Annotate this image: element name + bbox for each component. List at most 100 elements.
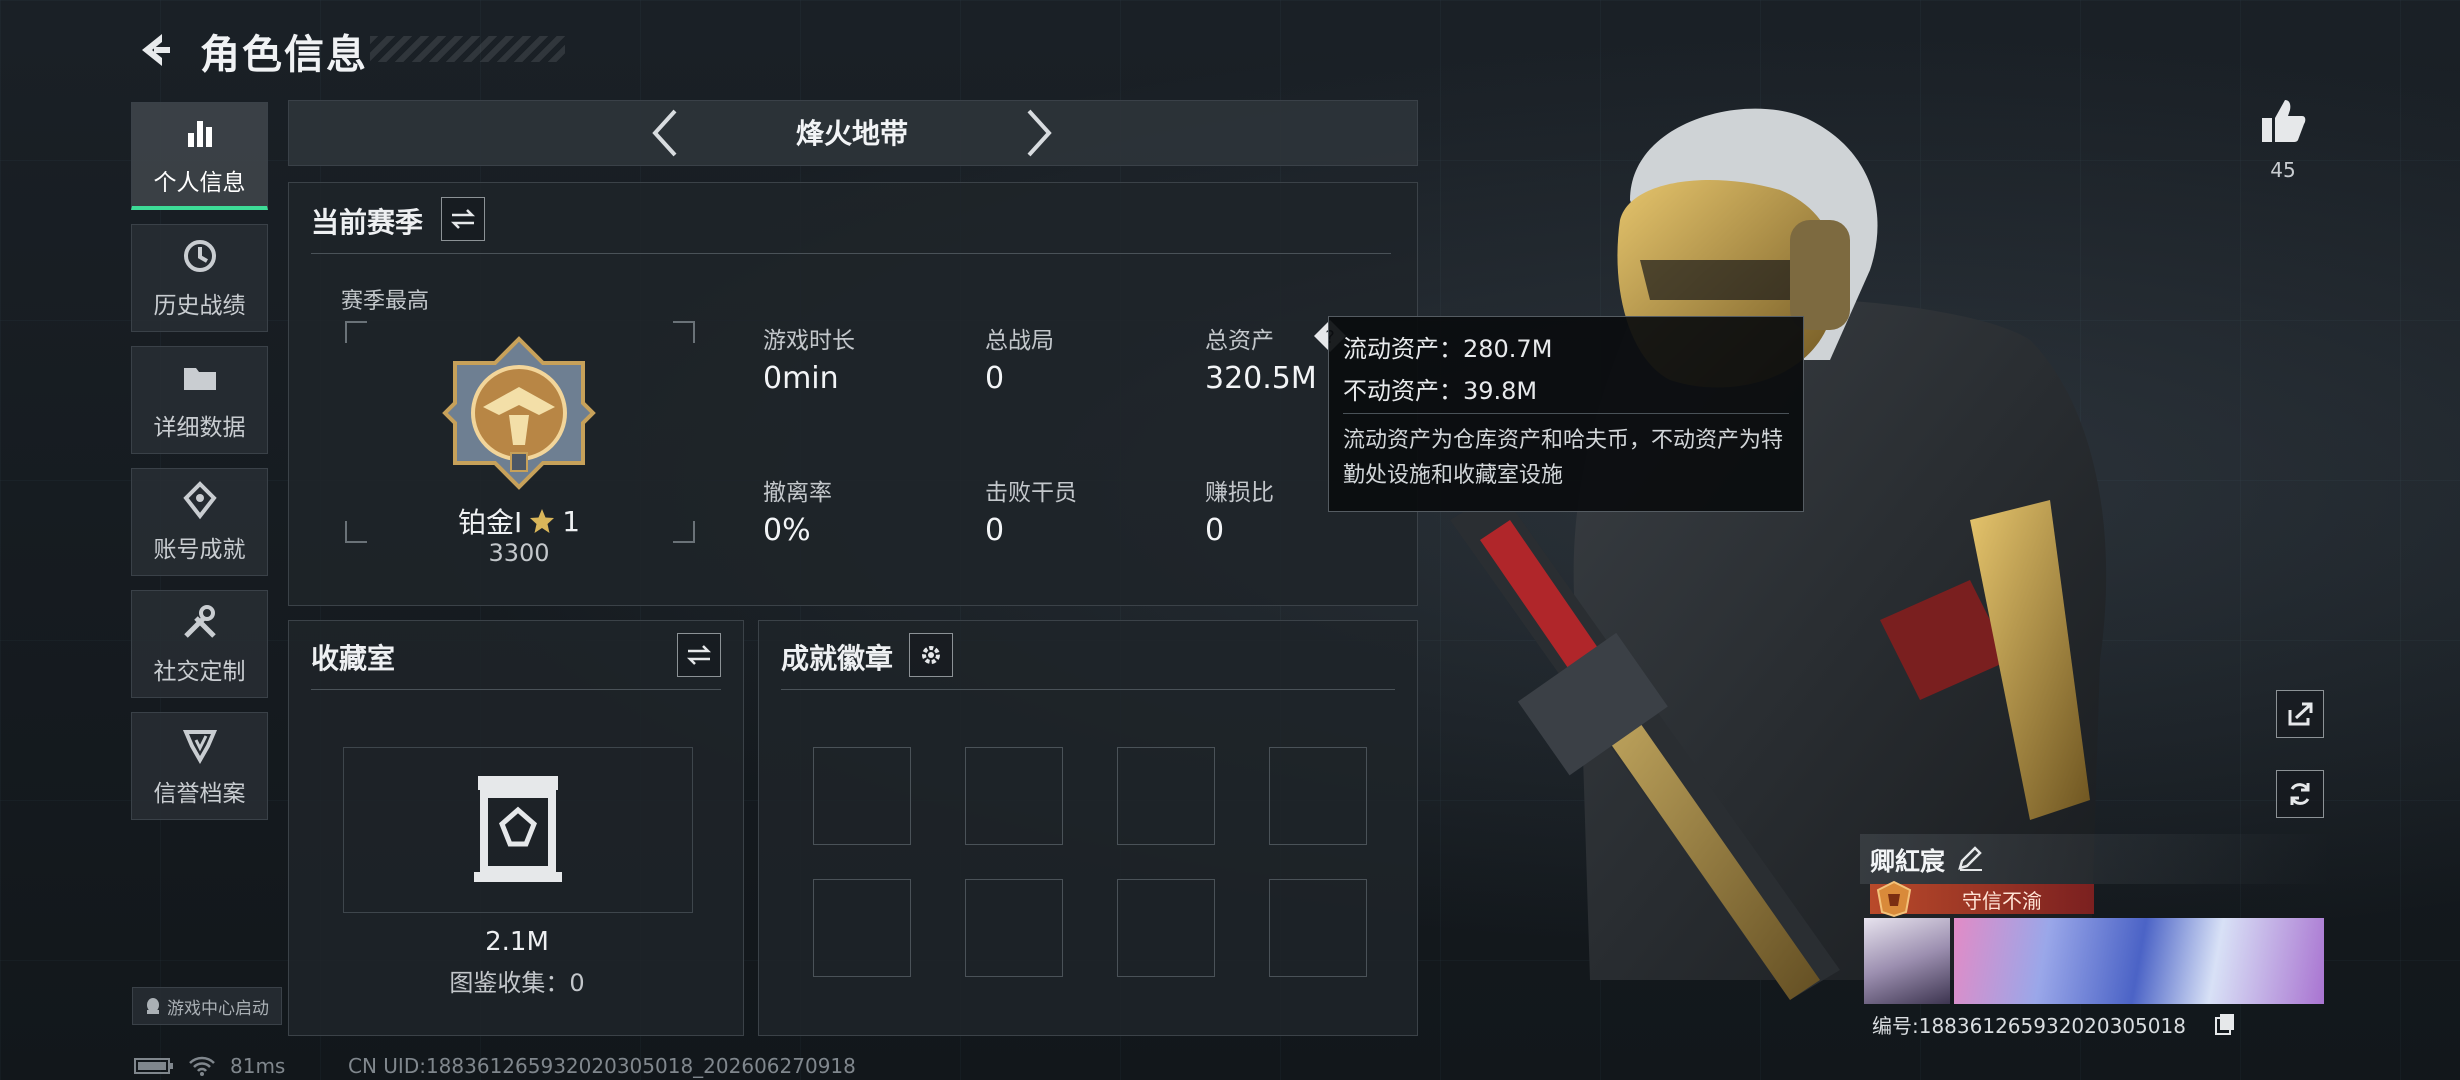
star-icon	[530, 509, 555, 533]
stat-value: 0	[985, 361, 1005, 396]
qq-icon	[147, 998, 159, 1014]
copy-icon	[2215, 1014, 2234, 1035]
title-emblem-icon	[1876, 880, 1912, 918]
page-title: 角色信息	[200, 32, 368, 78]
battery-icon	[134, 1058, 173, 1074]
player-title: 守信不渝	[1962, 888, 2042, 913]
edit-name-button[interactable]	[1956, 844, 1984, 872]
season-switch-button[interactable]	[441, 197, 485, 241]
fixed-assets: 不动资产：39.8M	[1343, 377, 1538, 405]
refresh-button[interactable]	[2276, 770, 2324, 818]
nav-item-social-custom[interactable]: 社交定制	[131, 590, 268, 698]
badge-slot[interactable]	[965, 747, 1063, 845]
stat-label: 击败干员	[985, 480, 1077, 506]
chevron-right-icon	[1027, 109, 1052, 157]
rank-name: 铂金I	[457, 506, 523, 539]
player-banner	[1954, 918, 2324, 1004]
bar-chart-icon	[187, 120, 212, 147]
like-button[interactable]	[2258, 96, 2308, 146]
stat-value: 0	[1205, 513, 1225, 548]
badge-slot[interactable]	[813, 879, 911, 977]
share-button[interactable]	[2276, 690, 2324, 738]
display-case-icon	[474, 776, 562, 882]
current-season-panel: 当前赛季 赛季最高 铂金I 1 3300 游戏时长 0min 总战局 0 总资产	[288, 182, 1418, 606]
stat-label: 撤离率	[763, 480, 832, 506]
divider	[1343, 413, 1789, 414]
back-arrow-icon	[142, 34, 170, 66]
total-assets-tooltip: 流动资产：280.7M 不动资产：39.8M 流动资产为仓库资产和哈夫币，不动资…	[1328, 316, 1804, 512]
credit-icon	[182, 730, 217, 764]
status-bar: 81ms	[134, 1054, 285, 1078]
game-center-launch-button[interactable]: 游戏中心启动	[132, 987, 282, 1025]
nav-item-detail-data[interactable]: 详细数据	[131, 346, 268, 454]
pencil-icon	[1958, 846, 1982, 871]
stat-label: 总资产	[1205, 328, 1274, 354]
badge-slot[interactable]	[965, 879, 1063, 977]
stat-value: 0	[985, 513, 1005, 548]
player-id: 编号:1883612659320203050​18	[1872, 1010, 2186, 1039]
avatar[interactable]	[1864, 918, 1950, 1004]
divider	[781, 689, 1395, 690]
collection-title: 收藏室	[311, 642, 396, 675]
season-panel-title: 当前赛季	[311, 206, 424, 239]
nav-label: 详细数据	[153, 415, 246, 441]
share-icon	[2288, 702, 2313, 726]
copy-id-button[interactable]	[2214, 1012, 2236, 1036]
collection-switch-button[interactable]	[677, 633, 721, 677]
collection-panel: 收藏室 2.1M 图鉴收集：0	[288, 620, 744, 1036]
wifi-icon	[189, 1056, 215, 1076]
uid-footer: CN UID:1883612659320203050​18_2026062709…	[348, 1054, 856, 1078]
rank-name-row: 铂金I 1	[349, 501, 689, 541]
badge-slot[interactable]	[813, 747, 911, 845]
like-count: 45	[2270, 158, 2296, 182]
history-icon	[183, 240, 216, 272]
nav-label: 账号成就	[153, 537, 246, 563]
refresh-icon	[2290, 783, 2310, 805]
badge-slot[interactable]	[1117, 747, 1215, 845]
title-decoration	[370, 36, 565, 62]
catalog-count: 图鉴收集：0	[449, 969, 585, 997]
nav-item-history[interactable]: 历史战绩	[131, 224, 268, 332]
swap-icon	[686, 645, 712, 665]
stat-value: 0%	[763, 513, 811, 548]
achievement-badges-panel: 成就徽章	[758, 620, 1418, 1036]
nav-item-personal-info[interactable]: 个人信息	[131, 102, 268, 210]
collection-preview[interactable]	[343, 747, 693, 913]
rank-stars: 1	[562, 504, 581, 538]
back-button[interactable]	[130, 26, 178, 74]
rank-score: 3300	[488, 539, 550, 567]
liquid-assets: 流动资产：280.7M	[1343, 335, 1553, 363]
thumbs-up-icon	[2262, 100, 2306, 142]
player-id-text: 编号:1883612659320203050​18	[1872, 1014, 2186, 1038]
stat-value: 0min	[763, 361, 839, 396]
mode-prev-button[interactable]	[640, 104, 690, 162]
stat-label: 总战局	[985, 328, 1054, 354]
achievement-icon	[182, 481, 217, 520]
badges-title: 成就徽章	[781, 642, 894, 675]
badge-slot[interactable]	[1117, 879, 1215, 977]
stat-label: 游戏时长	[763, 328, 855, 354]
nav-label: 历史战绩	[153, 293, 246, 319]
folder-icon	[183, 368, 216, 390]
rank-emblem-icon	[442, 336, 596, 490]
stat-label: 赚损比	[1205, 480, 1274, 506]
gear-icon	[922, 646, 940, 664]
mode-label: 烽火地带	[795, 117, 908, 150]
stat-value: 320.5M	[1205, 361, 1317, 396]
nav-item-achievements[interactable]: 账号成就	[131, 468, 268, 576]
collection-value: 2.1M	[485, 927, 549, 957]
player-name: 卿紅宸	[1870, 847, 1946, 876]
nav-label: 社交定制	[153, 659, 246, 685]
mode-next-button[interactable]	[1014, 104, 1064, 162]
tools-icon	[183, 605, 216, 638]
chevron-left-icon	[652, 109, 677, 157]
season-best-label: 赛季最高	[341, 289, 430, 314]
nav-item-credit-record[interactable]: 信誉档案	[131, 712, 268, 820]
ping-value: 81ms	[230, 1054, 286, 1078]
swap-icon	[450, 209, 476, 229]
launch-label: 游戏中心启动	[167, 998, 269, 1019]
divider	[311, 689, 721, 690]
divider	[311, 253, 1391, 254]
assets-description: 流动资产为仓库资产和哈夫币，不动资产为特勤处设施和收藏室设施	[1343, 428, 1784, 488]
badges-settings-button[interactable]	[909, 633, 953, 677]
